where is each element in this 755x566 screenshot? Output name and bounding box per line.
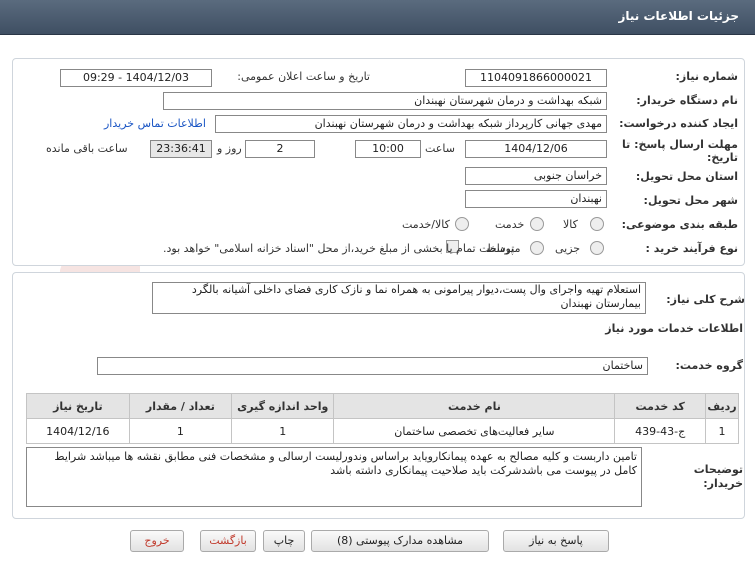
creator-label: ایجاد کننده درخواست: bbox=[619, 117, 738, 130]
province-field: خراسان جنوبی bbox=[465, 167, 607, 185]
province-label: استان محل تحویل: bbox=[635, 170, 738, 183]
buyer-field: شبکه بهداشت و درمان شهرستان نهبندان bbox=[163, 92, 607, 110]
days-field: 2 bbox=[245, 140, 315, 158]
cell-need-date: 1404/12/16 bbox=[26, 418, 130, 444]
group-field: ساختمان bbox=[97, 357, 648, 375]
page-title: جزئیات اطلاعات نیاز bbox=[618, 9, 739, 23]
header-need-date: تاریخ نیاز bbox=[26, 393, 130, 419]
remaining-label: ساعت باقی مانده bbox=[46, 142, 128, 155]
cell-row-number: 1 bbox=[705, 418, 739, 444]
category-option-both: کالا/خدمت bbox=[402, 218, 450, 231]
city-label: شهر محل تحویل: bbox=[643, 194, 738, 207]
category-radio-goods[interactable] bbox=[590, 217, 604, 231]
announce-label: تاریخ و ساعت اعلان عمومی: bbox=[237, 70, 370, 83]
category-radio-both[interactable] bbox=[455, 217, 469, 231]
time-label: ساعت bbox=[425, 142, 455, 155]
notes-label: توضیحات خریدار: bbox=[693, 463, 743, 490]
category-option-goods: کالا bbox=[563, 218, 578, 231]
category-radio-service[interactable] bbox=[530, 217, 544, 231]
creator-field: مهدی جهانی کارپرداز شبکه بهداشت و درمان … bbox=[215, 115, 607, 133]
treasury-payment-note: پرداخت تمام یا بخشی از مبلغ خرید،از محل … bbox=[163, 242, 514, 255]
group-label: گروه خدمت: bbox=[675, 359, 743, 372]
header-service-name: نام خدمت bbox=[333, 393, 616, 419]
process-radio-small[interactable] bbox=[590, 241, 604, 255]
buyer-label: نام دستگاه خریدار: bbox=[636, 94, 738, 107]
remaining-time-field: 23:36:41 bbox=[150, 140, 212, 158]
process-option-small: جزیی bbox=[555, 242, 581, 255]
city-field: نهبندان bbox=[465, 190, 607, 208]
cell-service-code: ج-43-439 bbox=[614, 418, 707, 444]
deadline-date-field: 1404/12/06 bbox=[465, 140, 607, 158]
print-button[interactable]: چاپ bbox=[263, 530, 305, 552]
deadline-label: مهلت ارسال پاسخ: تا تاریخ: bbox=[622, 138, 738, 164]
announce-field: 1404/12/03 - 09:29 bbox=[60, 69, 212, 87]
process-radio-medium[interactable] bbox=[530, 241, 544, 255]
deadline-time-field: 10:00 bbox=[355, 140, 421, 158]
services-title: اطلاعات خدمات مورد نیاز bbox=[605, 322, 743, 335]
header-row-number: ردیف bbox=[705, 393, 739, 419]
buyer-contact-link[interactable]: اطلاعات تماس خریدار bbox=[104, 117, 206, 130]
table-row: 1 ج-43-439 سایر فعالیت‌های تخصصی ساختمان… bbox=[26, 418, 739, 444]
back-button[interactable]: بازگشت bbox=[200, 530, 256, 552]
table-header-row: ردیف کد خدمت نام خدمت واحد اندازه گیری ت… bbox=[26, 393, 739, 419]
buyer-notes-field: تامین داربست و کلیه مصالح به عهده پیمانک… bbox=[26, 447, 642, 507]
process-label: نوع فرآیند خرید : bbox=[645, 242, 738, 255]
attachments-button[interactable]: مشاهده مدارک پیوستی (8) bbox=[311, 530, 489, 552]
services-table: ردیف کد خدمت نام خدمت واحد اندازه گیری ت… bbox=[26, 393, 739, 444]
header-service-code: کد خدمت bbox=[614, 393, 707, 419]
category-label: طبقه بندی موضوعی: bbox=[621, 218, 738, 231]
need-number-label: شماره نیاز: bbox=[675, 70, 738, 83]
exit-button[interactable]: خروج bbox=[130, 530, 184, 552]
cell-service-name: سایر فعالیت‌های تخصصی ساختمان bbox=[333, 418, 616, 444]
days-label: روز و bbox=[217, 142, 242, 155]
cell-unit: 1 bbox=[231, 418, 335, 444]
need-number-field: 1104091866000021 bbox=[465, 69, 607, 87]
title-bar: جزئیات اطلاعات نیاز bbox=[0, 0, 755, 35]
description-label: شرح کلی نیاز: bbox=[666, 293, 745, 306]
category-option-service: خدمت bbox=[495, 218, 525, 231]
header-quantity: تعداد / مقدار bbox=[128, 393, 233, 419]
header-unit: واحد اندازه گیری bbox=[231, 393, 335, 419]
cell-quantity: 1 bbox=[128, 418, 233, 444]
description-field: استعلام تهیه واجرای وال پست،دیوار پیرامو… bbox=[152, 282, 646, 314]
reply-button[interactable]: پاسخ به نیاز bbox=[503, 530, 609, 552]
